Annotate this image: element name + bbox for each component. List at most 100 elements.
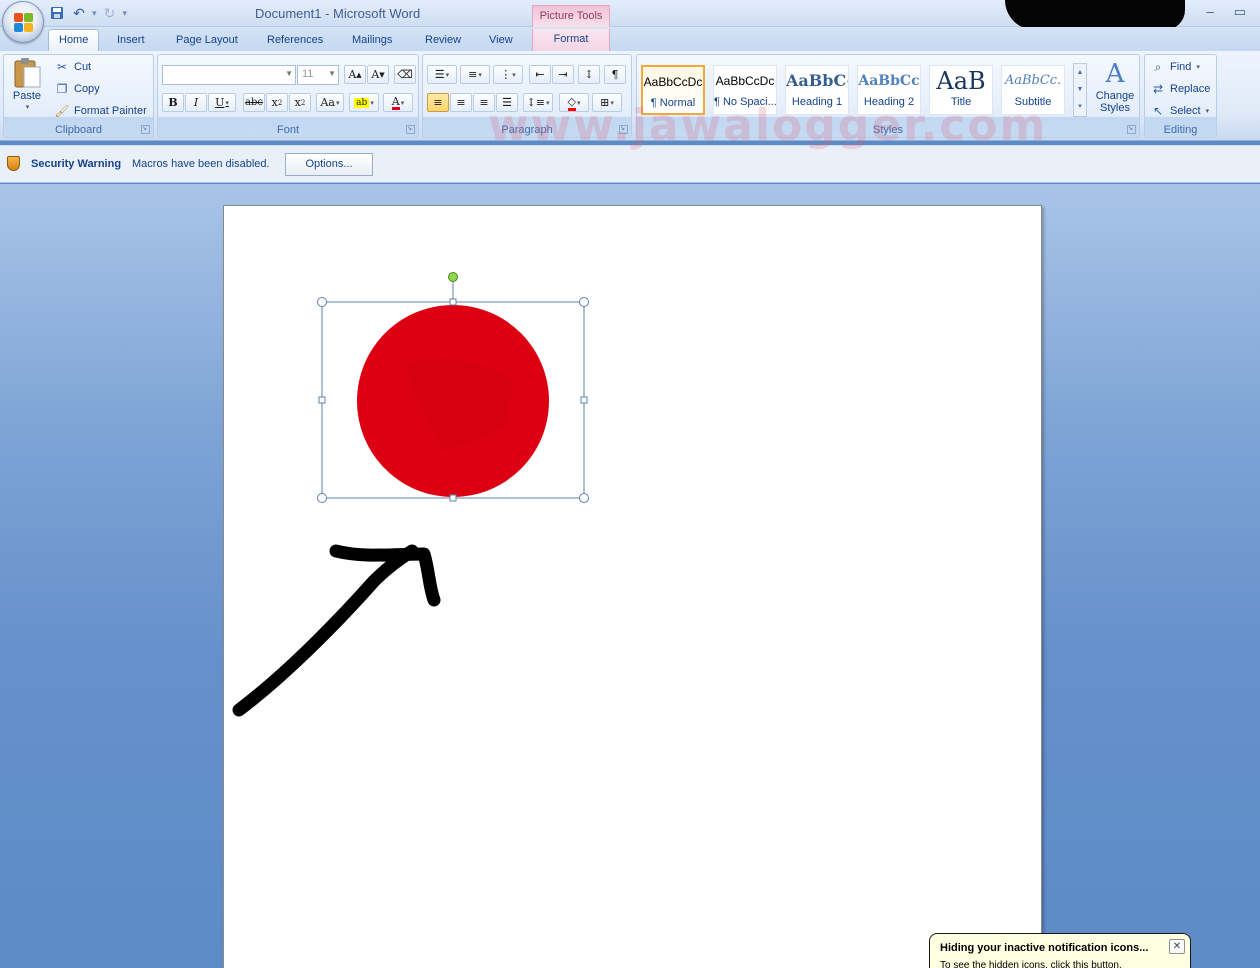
italic-icon[interactable]: I	[185, 93, 207, 112]
decrease-indent-icon[interactable]: ⇤	[529, 65, 551, 84]
watermark-text: www.jawalogger.com	[488, 100, 1048, 151]
highlight-icon[interactable]: ab ▾	[349, 93, 379, 112]
scissors-icon: ✂	[56, 60, 68, 74]
window-controls: ‒ ▭	[1206, 4, 1246, 20]
align-center-icon[interactable]: ≡	[450, 93, 472, 112]
increase-indent-icon[interactable]: ⇥	[552, 65, 574, 84]
find-button[interactable]: ⌕ Find ▾	[1150, 59, 1200, 75]
resize-handle-bottom-right[interactable]	[579, 493, 589, 503]
options-button[interactable]: Options...	[285, 153, 373, 176]
ribbon-tabs: Home Insert Page Layout References Maili…	[0, 27, 1260, 52]
paste-label: Paste	[12, 90, 42, 102]
copy-icon: ❐	[56, 82, 68, 96]
window-title: Document1 - Microsoft Word	[255, 6, 421, 21]
clipboard-group-label: Clipboard	[54, 124, 103, 136]
change-styles-button[interactable]: A Change Styles	[1093, 59, 1137, 114]
resize-handle-top-right[interactable]	[579, 297, 589, 307]
numbering-icon[interactable]: ≡ ▾	[460, 65, 490, 84]
customize-qat-icon[interactable]: ▾	[123, 8, 128, 19]
copy-label: Copy	[74, 83, 100, 95]
title-bar: ↶ ▾ ↻ ▾ Document1 - Microsoft Word Pictu…	[0, 0, 1260, 30]
resize-handle-top-left[interactable]	[317, 297, 327, 307]
tab-references[interactable]: References	[267, 33, 323, 51]
bold-icon[interactable]: B	[162, 93, 184, 112]
tab-format[interactable]: Format	[532, 29, 610, 52]
clear-formatting-icon[interactable]: ⌫	[394, 65, 416, 84]
rotation-handle[interactable]	[448, 272, 458, 282]
paste-icon	[14, 58, 41, 88]
undo-icon[interactable]: ↶	[70, 4, 88, 22]
font-color-icon[interactable]: A ▾	[383, 93, 413, 112]
tab-home[interactable]: Home	[48, 29, 100, 52]
cut-button[interactable]: ✂ Cut	[54, 59, 91, 75]
undo-dropdown-icon[interactable]: ▾	[92, 8, 97, 19]
underline-icon[interactable]: U ▾	[208, 93, 236, 112]
style-no-spacing-sample: AaBbCcDc	[715, 74, 775, 88]
subscript-icon[interactable]: x2	[266, 93, 288, 112]
change-case-icon[interactable]: Aa ▾	[316, 93, 344, 112]
editing-group-label: Editing	[1163, 124, 1198, 136]
office-button[interactable]	[2, 1, 44, 43]
sort-icon[interactable]: ↕	[578, 65, 600, 84]
tab-page-layout[interactable]: Page Layout	[176, 33, 238, 51]
resize-handle-left[interactable]	[318, 396, 326, 404]
quick-access-toolbar: ↶ ▾ ↻ ▾	[48, 4, 127, 22]
styles-launcher-icon[interactable]: ↘	[1127, 125, 1136, 134]
tab-insert[interactable]: Insert	[117, 33, 145, 51]
shrink-font-icon[interactable]: A ▼	[367, 65, 389, 84]
select-dropdown-icon: ▾	[1205, 108, 1210, 115]
redo-icon[interactable]: ↻	[101, 4, 119, 22]
tab-mailings[interactable]: Mailings	[352, 33, 392, 51]
format-painter-button[interactable]: 🖌 Format Painter	[54, 103, 146, 119]
show-formatting-marks-icon[interactable]: ¶	[604, 65, 626, 84]
styles-gallery-scroll[interactable]: ▲ ▼ ▾	[1073, 63, 1087, 117]
find-dropdown-icon: ▾	[1196, 64, 1200, 71]
save-icon[interactable]	[48, 4, 66, 22]
redacted-area	[1005, 0, 1185, 30]
shield-icon	[7, 156, 20, 171]
clipboard-group: Paste ▾ ✂ Cut ❐ Copy 🖌 Format Painter Cl…	[3, 54, 154, 138]
resize-handle-bottom[interactable]	[449, 494, 457, 502]
font-launcher-icon[interactable]: ↘	[406, 125, 415, 134]
find-label: Find	[1170, 61, 1192, 73]
superscript-icon[interactable]: x2	[289, 93, 311, 112]
bullets-icon[interactable]: ☰ ▾	[427, 65, 457, 84]
font-size-dropdown-icon: ▼	[328, 69, 336, 78]
resize-handle-bottom-left[interactable]	[317, 493, 327, 503]
clipboard-launcher-icon[interactable]: ↘	[141, 125, 150, 134]
resize-handle-right[interactable]	[580, 396, 588, 404]
paste-button[interactable]: Paste ▾	[12, 57, 42, 111]
restore-icon[interactable]: ▭	[1234, 4, 1246, 20]
document-area	[0, 184, 1260, 968]
binoculars-icon: ⌕	[1154, 59, 1162, 74]
change-styles-icon: A	[1105, 59, 1125, 89]
hand-drawn-arrow-icon	[232, 544, 441, 717]
close-icon[interactable]: ✕	[1169, 939, 1185, 954]
grow-font-icon[interactable]: A ▲	[344, 65, 366, 84]
align-left-icon[interactable]: ≡	[427, 93, 449, 112]
font-group: ▼ 11 ▼ A ▲ A ▼ ⌫ B I U ▾ abc x2 x2 Aa ▾ ab ▾ …	[157, 54, 419, 138]
style-subtitle-sample: AaBbCc.	[1004, 73, 1062, 88]
copy-button[interactable]: ❐ Copy	[54, 81, 100, 97]
minimize-icon[interactable]: ‒	[1206, 4, 1213, 20]
strikethrough-icon[interactable]: abc	[243, 93, 265, 112]
font-size-combo[interactable]: 11 ▼	[297, 65, 339, 85]
notification-title: Hiding your inactive notification icons.…	[940, 942, 1149, 954]
cut-label: Cut	[74, 61, 92, 73]
tab-view[interactable]: View	[489, 33, 513, 51]
document-page[interactable]	[223, 205, 1042, 968]
font-name-dropdown-icon: ▼	[285, 69, 293, 78]
notification-balloon[interactable]: Hiding your inactive notification icons.…	[929, 933, 1191, 968]
replace-label: Replace	[1170, 83, 1211, 95]
replace-icon: ⇄	[1152, 82, 1164, 96]
replace-button[interactable]: ⇄ Replace	[1150, 81, 1210, 97]
select-button[interactable]: ↖ Select ▾	[1150, 103, 1209, 119]
resize-handle-top[interactable]	[449, 298, 457, 306]
cursor-icon: ↖	[1152, 104, 1164, 118]
change-styles-label: Change Styles	[1095, 90, 1135, 114]
multilevel-list-icon[interactable]: ⋮ ▾	[493, 65, 523, 84]
office-logo-icon	[14, 13, 34, 33]
font-name-combo[interactable]: ▼	[162, 65, 296, 85]
tab-review[interactable]: Review	[425, 33, 461, 51]
security-warning-message: Macros have been disabled.	[132, 158, 270, 170]
